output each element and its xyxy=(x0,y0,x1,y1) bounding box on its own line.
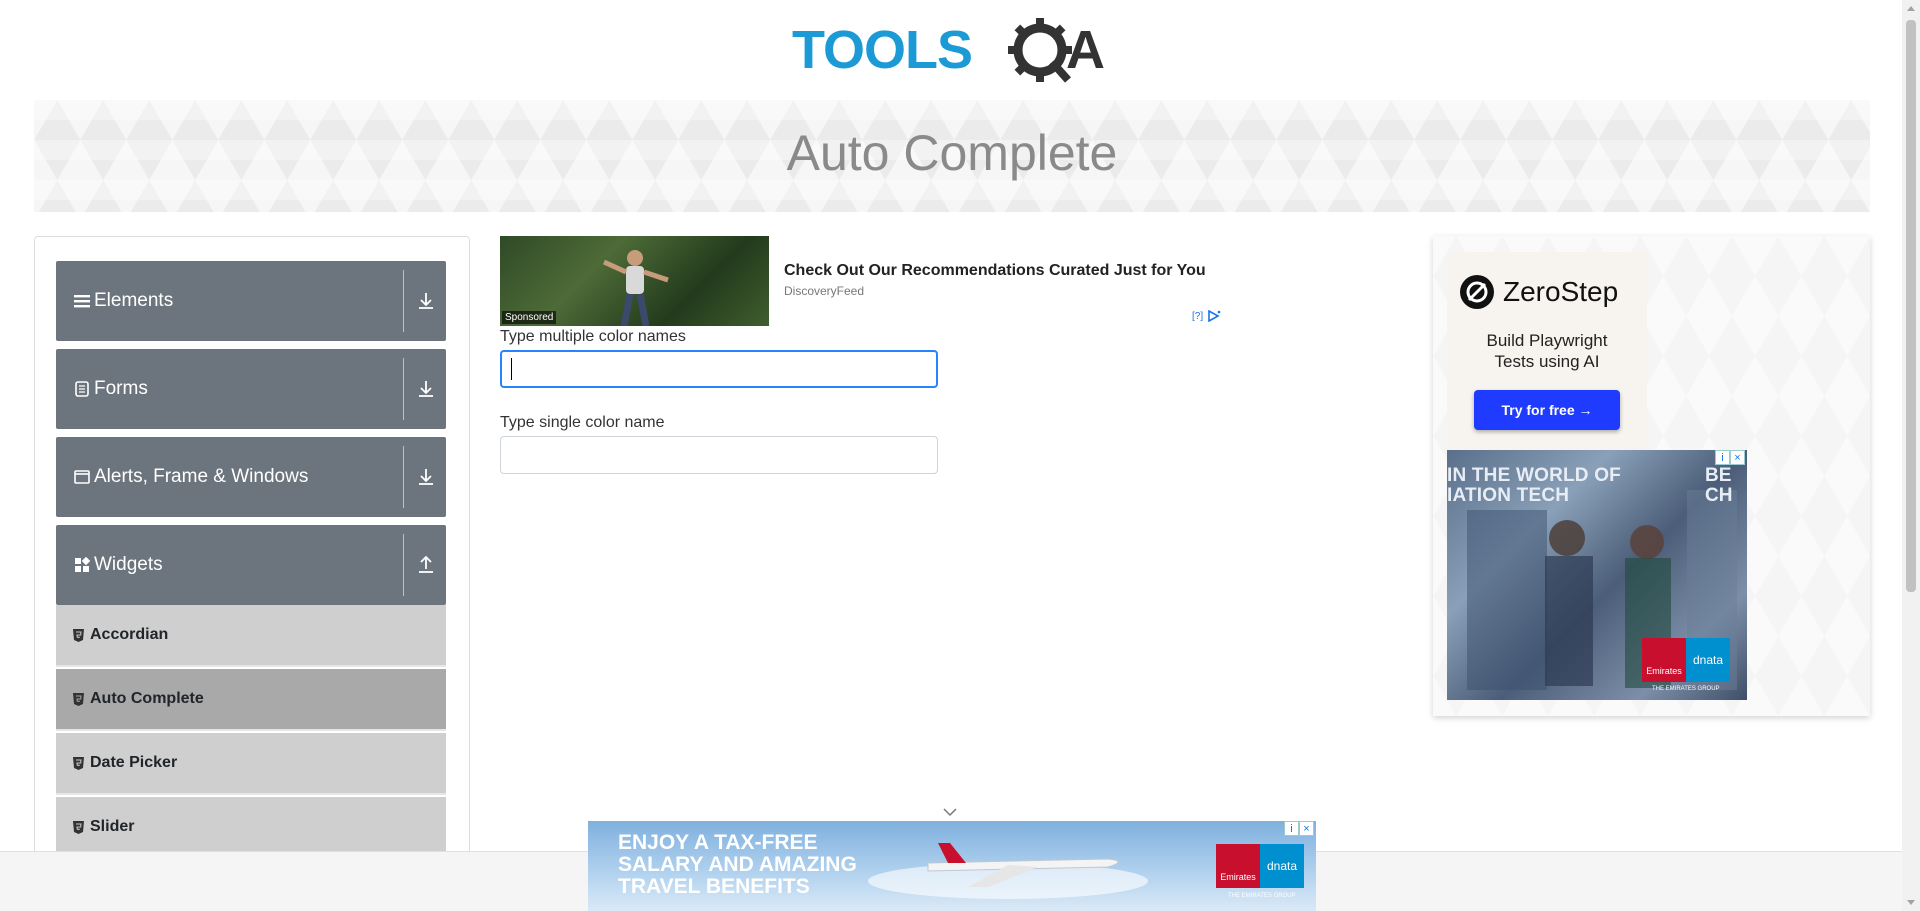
tagline-line: Build Playwright xyxy=(1486,331,1608,350)
single-color-input[interactable] xyxy=(500,436,938,474)
headline-line: BE xyxy=(1705,465,1732,486)
sidebar-group-title: Forms xyxy=(94,378,148,399)
zerostep-logo: ZeroStep xyxy=(1459,274,1618,310)
headline-line: IN THE WORLD OF xyxy=(1447,465,1621,486)
headline-line: TRAVEL BENEFITS xyxy=(618,875,810,898)
chevron-down-icon[interactable] xyxy=(943,806,957,818)
svg-text:A: A xyxy=(1066,20,1105,80)
sidebar-group-title: Alerts, Frame & Windows xyxy=(94,466,309,487)
form-icon xyxy=(72,379,92,399)
try-for-free-button[interactable]: Try for free → xyxy=(1474,390,1620,430)
single-color-label: Type single color name xyxy=(500,414,665,431)
divider xyxy=(403,446,404,508)
sidebar-item-accordian[interactable]: Accordian xyxy=(56,605,446,667)
tagline-line: Tests using AI xyxy=(1494,352,1600,371)
page-banner: Auto Complete xyxy=(34,100,1870,212)
sidebar-group-widgets[interactable]: Widgets xyxy=(56,525,446,605)
scroll-thumb[interactable] xyxy=(1906,20,1916,592)
scroll-up-arrow[interactable] xyxy=(1907,6,1915,11)
widgets-icon xyxy=(72,555,92,575)
sidebar-item-slider[interactable]: Slider xyxy=(56,797,446,859)
html5-icon xyxy=(71,820,85,834)
text-caret xyxy=(511,358,512,380)
vertical-scrollbar[interactable] xyxy=(1902,0,1920,911)
headline-line: CH xyxy=(1705,485,1733,506)
ad-info-icon[interactable]: i xyxy=(1715,450,1730,465)
html5-icon xyxy=(71,628,85,642)
upload-arrow-icon[interactable] xyxy=(414,553,438,577)
sidebar-item-label: Auto Complete xyxy=(90,690,204,707)
right-ad-panel: ZeroStep Build Playwright Tests using AI… xyxy=(1433,236,1870,716)
sidebar: Elements Forms Alerts, Frame & Windows W… xyxy=(34,236,470,911)
toolsqa-logo[interactable]: TOOLS A xyxy=(790,12,1120,92)
window-icon xyxy=(72,467,92,487)
ad-controls: i × xyxy=(1715,450,1745,465)
sponsored-ad[interactable]: Sponsored Check Out Our Recommendations … xyxy=(500,236,1230,326)
emirates-group-label: THE EMIRATES GROUP xyxy=(1228,893,1296,899)
divider xyxy=(403,270,404,332)
emirates-logo: Emirates xyxy=(1642,638,1686,682)
page-title: Auto Complete xyxy=(786,125,1118,181)
emirates-logos: Emirates dnata xyxy=(1216,844,1304,888)
ad-info-icon[interactable]: i xyxy=(1284,821,1299,836)
emirates-logos: Emirates dnata xyxy=(1642,638,1730,682)
sidebar-item-date-picker[interactable]: Date Picker xyxy=(56,733,446,795)
ad-title[interactable]: Check Out Our Recommendations Curated Ju… xyxy=(784,262,1206,280)
headline-line: SALARY AND AMAZING xyxy=(618,853,857,876)
download-arrow-icon[interactable] xyxy=(414,465,438,489)
headline-line: IATION TECH xyxy=(1447,485,1570,506)
bottom-emirates-ad[interactable]: ENJOY A TAX-FREE SALARY AND AMAZING TRAV… xyxy=(588,821,1316,911)
bars-icon xyxy=(72,291,92,311)
zerostep-ad[interactable]: ZeroStep Build Playwright Tests using AI… xyxy=(1447,252,1647,452)
scroll-down-arrow[interactable] xyxy=(1907,900,1915,905)
dnata-logo: dnata xyxy=(1260,844,1304,888)
bottom-ad-headline: ENJOY A TAX-FREE SALARY AND AMAZING TRAV… xyxy=(618,832,857,898)
zerostep-icon xyxy=(1460,275,1494,309)
divider xyxy=(403,534,404,596)
zerostep-tagline: Build Playwright Tests using AI xyxy=(1447,330,1647,372)
multiple-color-label: Type multiple color names xyxy=(500,328,686,345)
close-icon[interactable]: × xyxy=(1299,821,1314,836)
emirates-logo: Emirates xyxy=(1216,844,1260,888)
divider xyxy=(403,358,404,420)
sidebar-group-alerts[interactable]: Alerts, Frame & Windows xyxy=(56,437,446,517)
sidebar-group-elements[interactable]: Elements xyxy=(56,261,446,341)
emirates-headline: IN THE WORLD OF IATION TECH xyxy=(1447,466,1621,506)
ad-controls: i × xyxy=(1284,821,1314,836)
sidebar-item-label: Slider xyxy=(90,818,135,835)
sidebar-group-title: Widgets xyxy=(94,554,163,575)
adchoices-icon xyxy=(1208,310,1221,322)
sidebar-item-label: Accordian xyxy=(90,626,169,643)
multiple-color-input[interactable] xyxy=(500,350,938,388)
html5-icon xyxy=(71,756,85,770)
sponsored-badge: Sponsored xyxy=(502,311,557,324)
download-arrow-icon[interactable] xyxy=(414,377,438,401)
ad-choices-label: [?] xyxy=(1192,310,1204,322)
sidebar-group-forms[interactable]: Forms xyxy=(56,349,446,429)
headline-line: ENJOY A TAX-FREE xyxy=(618,831,818,854)
close-icon[interactable]: × xyxy=(1730,450,1745,465)
ad-source[interactable]: DiscoveryFeed xyxy=(784,284,864,298)
emirates-group-label: THE EMIRATES GROUP xyxy=(1652,686,1720,692)
html5-icon xyxy=(71,692,85,706)
emirates-ad[interactable]: IN THE WORLD OF IATION TECH BE CH i × Em… xyxy=(1447,450,1747,700)
svg-text:TOOLS: TOOLS xyxy=(792,20,972,80)
zerostep-brand: ZeroStep xyxy=(1503,276,1619,307)
download-arrow-icon[interactable] xyxy=(414,289,438,313)
dnata-logo: dnata xyxy=(1686,638,1730,682)
ad-choices[interactable]: [?] xyxy=(1192,310,1221,322)
sidebar-group-title: Elements xyxy=(94,290,174,311)
ad-image[interactable]: Sponsored xyxy=(500,236,769,326)
emirates-headline-right: BE CH xyxy=(1705,466,1732,506)
sidebar-item-auto-complete[interactable]: Auto Complete xyxy=(56,669,446,731)
toolsqa-logo-graphic: TOOLS A xyxy=(792,18,1105,83)
sidebar-item-label: Date Picker xyxy=(90,754,178,771)
